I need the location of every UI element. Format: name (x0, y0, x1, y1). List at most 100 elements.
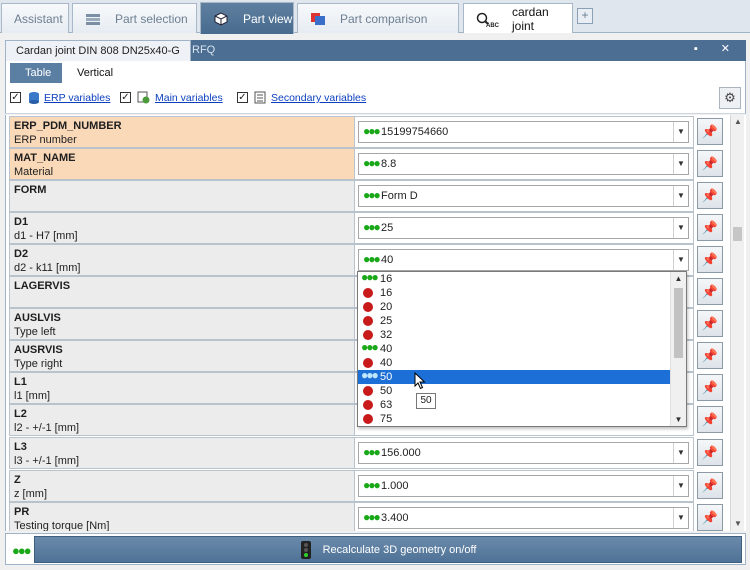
value-combobox[interactable]: ●●● 40 ▼ (358, 249, 689, 271)
tab-part-view[interactable]: Part view (200, 2, 294, 34)
scroll-up-icon[interactable]: ▲ (671, 272, 686, 285)
red-dot-icon (363, 302, 373, 312)
variable-label: AUSLVIS Type left (9, 308, 354, 340)
chevron-down-icon[interactable]: ▼ (673, 508, 688, 528)
pin-icon[interactable]: 📌 (697, 504, 723, 531)
green-dots-icon: ●●● (361, 271, 379, 284)
tab-vertical[interactable]: Vertical (62, 63, 129, 83)
option-label: 40 (380, 343, 393, 355)
value-text: 15199754660 (381, 126, 449, 138)
tab-table[interactable]: Table (10, 63, 67, 83)
dropdown-option[interactable]: 75 (358, 412, 670, 426)
variable-description: Type right (14, 358, 63, 370)
tab-part-comparison-label: Part comparison (340, 11, 428, 26)
svg-text:ABC: ABC (486, 23, 500, 28)
variable-label: AUSRVIS Type right (9, 340, 354, 372)
chevron-down-icon[interactable]: ▼ (673, 218, 688, 238)
pin-icon[interactable]: 📌 (697, 278, 723, 305)
value-combobox[interactable]: ●●● 1.000 ▼ (358, 475, 689, 497)
variable-description: ERP number (14, 134, 77, 146)
chevron-down-icon[interactable]: ▼ (673, 122, 688, 142)
dropdown-option[interactable]: 25 (358, 314, 670, 328)
value-combobox[interactable]: ●●● 15199754660 ▼ (358, 121, 689, 143)
red-dot-icon (363, 414, 373, 424)
dropdown-scrollbar[interactable]: ▲ ▼ (670, 272, 686, 426)
option-label: 50 (380, 385, 393, 397)
window-controls[interactable]: ▪ ✕ (694, 42, 740, 55)
traffic-light-icon (300, 541, 312, 560)
status-dots-icon: ●●● (363, 124, 381, 138)
d2-dropdown-list[interactable]: ●●● 16 16 20 25 32 ●●● 40 40 ●●● 50 50 63 7… (357, 271, 687, 427)
tab-part-selection-label: Part selection (115, 11, 188, 26)
value-combobox[interactable]: ●●● 8.8 ▼ (358, 153, 689, 175)
status-dots-icon: ●●● (363, 188, 381, 202)
option-label: 32 (380, 329, 393, 341)
settings-gear-icon[interactable]: ⚙ (719, 87, 741, 109)
scroll-up-icon[interactable]: ▲ (731, 115, 745, 129)
secondary-variables-link[interactable]: Secondary variables (271, 92, 366, 104)
chevron-down-icon[interactable]: ▼ (673, 250, 688, 270)
scroll-down-icon[interactable]: ▼ (731, 517, 745, 531)
value-combobox[interactable]: ●●● 25 ▼ (358, 217, 689, 239)
variable-label: Zz [mm] (9, 470, 354, 502)
dropdown-option[interactable]: 32 (358, 328, 670, 342)
dropdown-option[interactable]: 63 (358, 398, 670, 412)
erp-variables-checkbox[interactable]: ✓ (10, 92, 21, 103)
pin-icon[interactable]: 📌 (697, 246, 723, 273)
scroll-down-icon[interactable]: ▼ (671, 413, 686, 426)
part-comparison-icon (310, 12, 326, 26)
erp-variables-link[interactable]: ERP variables (44, 92, 110, 104)
red-dot-icon (363, 358, 373, 368)
variable-name: D1 (14, 216, 29, 228)
pin-icon[interactable]: 📌 (697, 214, 723, 241)
recalculate-geometry-button[interactable]: Recalculate 3D geometry on/off (34, 536, 742, 563)
dropdown-option[interactable]: ●●● 16 (358, 272, 670, 286)
pin-icon[interactable]: 📌 (697, 472, 723, 499)
tab-part-selection[interactable]: Part selection (72, 3, 197, 33)
tab-cardan-joint[interactable]: ABC cardan joint (463, 3, 573, 33)
chevron-down-icon[interactable]: ▼ (673, 476, 688, 496)
dropdown-option[interactable]: 20 (358, 300, 670, 314)
scroll-thumb[interactable] (733, 227, 742, 241)
secondary-variables-checkbox[interactable]: ✓ (237, 92, 248, 103)
rfq-tab[interactable]: RFQ (182, 40, 225, 61)
add-tab-button[interactable]: + (577, 8, 593, 24)
variable-description: d1 - H7 [mm] (14, 230, 78, 242)
value-combobox[interactable]: ●●● 3.400 ▼ (358, 507, 689, 529)
value-combobox[interactable]: ●●● Form D ▼ (358, 185, 689, 207)
scroll-thumb[interactable] (674, 288, 683, 358)
chevron-down-icon[interactable]: ▼ (673, 154, 688, 174)
variable-label: L2 l2 - +/-1 [mm] (9, 404, 354, 436)
value-text: 156.000 (381, 447, 421, 459)
part-title-tab[interactable]: Cardan joint DIN 808 DN25x40-G (5, 40, 191, 61)
chevron-down-icon[interactable]: ▼ (673, 443, 688, 463)
dropdown-option[interactable]: ●●● 40 (358, 341, 670, 356)
main-variables-icon (137, 91, 150, 104)
value-combobox[interactable]: ●●● 156.000 ▼ (358, 442, 689, 464)
pin-icon[interactable]: 📌 (697, 374, 723, 401)
pin-icon[interactable]: 📌 (697, 406, 723, 433)
pin-icon[interactable]: 📌 (697, 118, 723, 145)
main-tab-bar: Assistant Part selection Part view Part … (0, 0, 750, 34)
pin-icon[interactable]: 📌 (697, 439, 723, 466)
dropdown-option-selected[interactable]: ●●● 50 (358, 369, 670, 384)
variable-description: l2 - +/-1 [mm] (14, 422, 80, 434)
grid-scrollbar[interactable]: ▲ ▼ (730, 115, 744, 531)
option-label: 16 (380, 287, 393, 299)
status-dots-icon: ●●● (363, 478, 381, 492)
main-variables-link[interactable]: Main variables (155, 92, 223, 104)
tab-assistant[interactable]: Assistant (1, 3, 69, 33)
pin-icon[interactable]: 📌 (697, 150, 723, 177)
dropdown-option[interactable]: 16 (358, 286, 670, 300)
row-z: Zz [mm] ●●● 1.000 ▼ 📌 (9, 470, 727, 502)
dropdown-option[interactable]: 50 (358, 384, 670, 398)
pin-icon[interactable]: 📌 (697, 182, 723, 209)
status-dots-icon: ●●● (363, 220, 381, 234)
main-variables-checkbox[interactable]: ✓ (120, 92, 131, 103)
chevron-down-icon[interactable]: ▼ (673, 186, 688, 206)
pin-icon[interactable]: 📌 (697, 310, 723, 337)
variable-name: AUSLVIS (14, 312, 61, 324)
pin-icon[interactable]: 📌 (697, 342, 723, 369)
tab-part-comparison[interactable]: Part comparison (297, 3, 459, 33)
dropdown-option[interactable]: 40 (358, 356, 670, 370)
